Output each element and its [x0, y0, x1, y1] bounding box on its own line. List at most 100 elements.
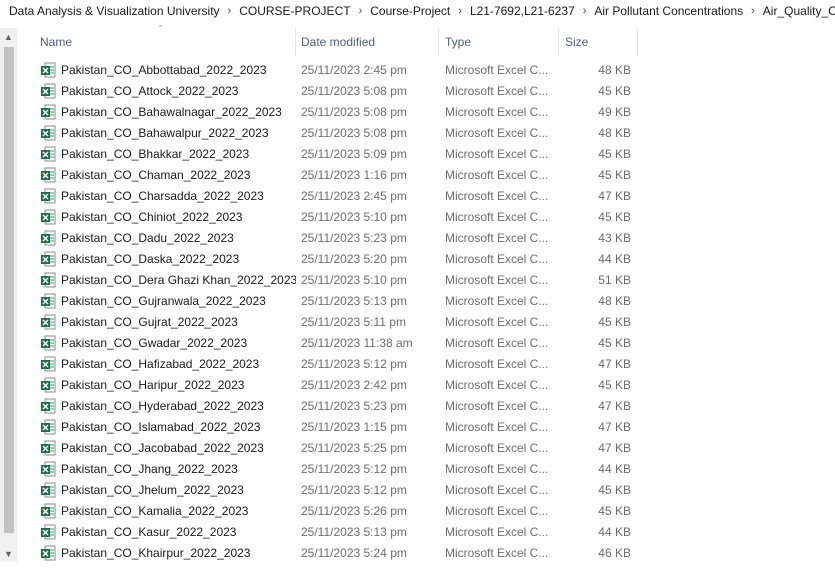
excel-csv-icon: [40, 251, 56, 267]
chevron-right-icon[interactable]: ›: [228, 5, 232, 17]
excel-csv-icon: [40, 377, 56, 393]
file-date-modified: 25/11/2023 5:13 pm: [301, 525, 407, 539]
file-name[interactable]: Pakistan_CO_Jhang_2022_2023: [61, 459, 296, 480]
excel-csv-icon: [40, 482, 56, 498]
file-date-modified: 25/11/2023 5:12 pm: [301, 462, 407, 476]
file-name[interactable]: Pakistan_CO_Dera Ghazi Khan_2022_2023: [61, 270, 296, 291]
file-name[interactable]: Pakistan_CO_Islamabad_2022_2023: [61, 417, 296, 438]
excel-csv-icon: [40, 188, 56, 204]
file-row[interactable]: Pakistan_CO_Gwadar_2022_2023 25/11/2023 1…: [17, 333, 657, 354]
file-name[interactable]: Pakistan_CO_Kasur_2022_2023: [61, 522, 296, 543]
file-row[interactable]: Pakistan_CO_Bahawalnagar_2022_2023 25/11/…: [17, 102, 657, 123]
excel-csv-icon: [40, 62, 56, 78]
breadcrumb-item[interactable]: Air Pollutant Concentrations: [594, 4, 743, 18]
file-name[interactable]: Pakistan_CO_Gujranwala_2022_2023: [61, 291, 296, 312]
file-row[interactable]: Pakistan_CO_Chaman_2022_2023 25/11/2023 1…: [17, 165, 657, 186]
column-header-size[interactable]: Size: [559, 28, 588, 56]
file-name[interactable]: Pakistan_CO_Bahawalnagar_2022_2023: [61, 102, 296, 123]
column-divider[interactable]: [637, 28, 638, 56]
chevron-right-icon[interactable]: ›: [583, 5, 587, 17]
breadcrumb-item[interactable]: Air_Quality_CO: [763, 4, 835, 18]
file-row[interactable]: Pakistan_CO_Bahawalpur_2022_2023 25/11/20…: [17, 123, 657, 144]
file-name[interactable]: Pakistan_CO_Charsadda_2022_2023: [61, 186, 296, 207]
file-row[interactable]: Pakistan_CO_Islamabad_2022_2023 25/11/202…: [17, 417, 657, 438]
chevron-right-icon[interactable]: ›: [359, 5, 363, 17]
file-type: Microsoft Excel C...: [445, 441, 549, 455]
file-name[interactable]: Pakistan_CO_Dadu_2022_2023: [61, 228, 296, 249]
excel-csv-icon: [40, 146, 56, 162]
file-type: Microsoft Excel C...: [445, 504, 549, 518]
excel-csv-icon: [40, 209, 56, 225]
breadcrumb-item[interactable]: Course-Project: [370, 4, 450, 18]
file-name[interactable]: Pakistan_CO_Chiniot_2022_2023: [61, 207, 296, 228]
file-row[interactable]: Pakistan_CO_Abbottabad_2022_2023 25/11/20…: [17, 60, 657, 81]
excel-csv-icon: [40, 125, 56, 141]
file-name[interactable]: Pakistan_CO_Daska_2022_2023: [61, 249, 296, 270]
file-name[interactable]: Pakistan_CO_Jhelum_2022_2023: [61, 480, 296, 501]
file-name[interactable]: Pakistan_CO_Kamalia_2022_2023: [61, 501, 296, 522]
breadcrumb-item[interactable]: COURSE-PROJECT: [239, 4, 350, 18]
chevron-right-icon[interactable]: ›: [751, 5, 755, 17]
breadcrumb-item[interactable]: L21-7692,L21-6237: [470, 4, 575, 18]
file-size: 43 KB: [598, 231, 631, 245]
excel-csv-icon: [40, 230, 56, 246]
file-name[interactable]: Pakistan_CO_Bahawalpur_2022_2023: [61, 123, 296, 144]
excel-csv-icon: [40, 272, 56, 288]
vertical-scrollbar[interactable]: ▲ ▼: [0, 28, 17, 562]
file-row[interactable]: Pakistan_CO_Jacobabad_2022_2023 25/11/202…: [17, 438, 657, 459]
file-row[interactable]: Pakistan_CO_Haripur_2022_2023 25/11/2023 …: [17, 375, 657, 396]
column-header-row: ˆ Name Date modified Type Size: [17, 24, 657, 56]
file-name[interactable]: Pakistan_CO_Hyderabad_2022_2023: [61, 396, 296, 417]
file-name[interactable]: Pakistan_CO_Jacobabad_2022_2023: [61, 438, 296, 459]
file-row[interactable]: Pakistan_CO_Kasur_2022_2023 25/11/2023 5:…: [17, 522, 657, 543]
file-row[interactable]: Pakistan_CO_Hafizabad_2022_2023 25/11/202…: [17, 354, 657, 375]
excel-csv-icon: [40, 335, 56, 351]
file-name[interactable]: Pakistan_CO_Chaman_2022_2023: [61, 165, 296, 186]
file-type: Microsoft Excel C...: [445, 210, 549, 224]
file-row[interactable]: Pakistan_CO_Attock_2022_2023 25/11/2023 5…: [17, 81, 657, 102]
excel-csv-icon: [40, 398, 56, 414]
file-row[interactable]: Pakistan_CO_Gujranwala_2022_2023 25/11/20…: [17, 291, 657, 312]
file-row[interactable]: Pakistan_CO_Jhang_2022_2023 25/11/2023 5:…: [17, 459, 657, 480]
breadcrumb-item[interactable]: Data Analysis & Visualization University: [9, 4, 220, 18]
file-name[interactable]: Pakistan_CO_Khairpur_2022_2023: [61, 543, 296, 564]
file-name[interactable]: Pakistan_CO_Gujrat_2022_2023: [61, 312, 296, 333]
file-name[interactable]: Pakistan_CO_Haripur_2022_2023: [61, 375, 296, 396]
scrollbar-thumb[interactable]: [4, 47, 14, 533]
file-row[interactable]: Pakistan_CO_Dadu_2022_2023 25/11/2023 5:2…: [17, 228, 657, 249]
file-size: 49 KB: [598, 105, 631, 119]
excel-csv-icon: [40, 104, 56, 120]
file-date-modified: 25/11/2023 5:11 pm: [301, 315, 406, 329]
excel-csv-icon: [40, 524, 56, 540]
file-row[interactable]: Pakistan_CO_Charsadda_2022_2023 25/11/202…: [17, 186, 657, 207]
file-row[interactable]: Pakistan_CO_Hyderabad_2022_2023 25/11/202…: [17, 396, 657, 417]
file-name[interactable]: Pakistan_CO_Abbottabad_2022_2023: [61, 60, 296, 81]
file-row[interactable]: Pakistan_CO_Dera Ghazi Khan_2022_2023 25/…: [17, 270, 657, 291]
file-row[interactable]: Pakistan_CO_Jhelum_2022_2023 25/11/2023 5…: [17, 480, 657, 501]
file-name[interactable]: Pakistan_CO_Attock_2022_2023: [61, 81, 296, 102]
file-row[interactable]: Pakistan_CO_Kamalia_2022_2023 25/11/2023 …: [17, 501, 657, 522]
file-date-modified: 25/11/2023 11:38 am: [301, 336, 413, 350]
file-name[interactable]: Pakistan_CO_Bhakkar_2022_2023: [61, 144, 296, 165]
file-row[interactable]: Pakistan_CO_Gujrat_2022_2023 25/11/2023 5…: [17, 312, 657, 333]
file-row[interactable]: Pakistan_CO_Daska_2022_2023 25/11/2023 5:…: [17, 249, 657, 270]
column-header-date-modified[interactable]: Date modified: [295, 28, 375, 56]
excel-csv-icon: [40, 356, 56, 372]
file-type: Microsoft Excel C...: [445, 462, 549, 476]
file-name[interactable]: Pakistan_CO_Hafizabad_2022_2023: [61, 354, 296, 375]
chevron-right-icon[interactable]: ›: [458, 5, 462, 17]
file-type: Microsoft Excel C...: [445, 63, 549, 77]
file-row[interactable]: Pakistan_CO_Chiniot_2022_2023 25/11/2023 …: [17, 207, 657, 228]
file-date-modified: 25/11/2023 5:09 pm: [301, 147, 407, 161]
file-row[interactable]: Pakistan_CO_Bhakkar_2022_2023 25/11/2023 …: [17, 144, 657, 165]
file-type: Microsoft Excel C...: [445, 315, 549, 329]
file-name[interactable]: Pakistan_CO_Gwadar_2022_2023: [61, 333, 296, 354]
scroll-up-arrow-icon[interactable]: ▲: [0, 28, 17, 45]
column-header-type[interactable]: Type: [439, 28, 471, 56]
file-type: Microsoft Excel C...: [445, 273, 549, 287]
file-row[interactable]: Pakistan_CO_Khairpur_2022_2023 25/11/2023…: [17, 543, 657, 564]
file-size: 45 KB: [598, 315, 631, 329]
scroll-down-arrow-icon[interactable]: ▼: [0, 545, 17, 562]
file-date-modified: 25/11/2023 2:45 pm: [301, 189, 407, 203]
column-header-name[interactable]: Name: [34, 28, 72, 56]
